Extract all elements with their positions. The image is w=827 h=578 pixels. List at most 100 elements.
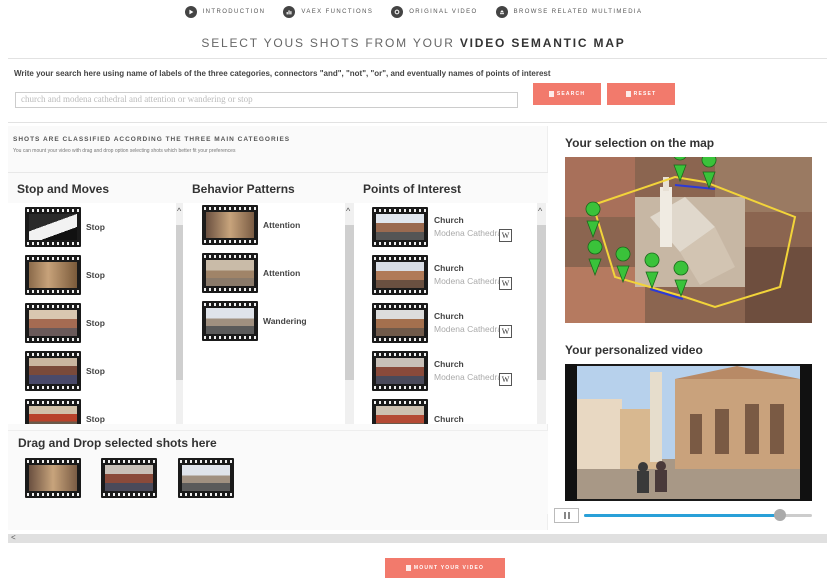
list-item[interactable]: Stop [25,351,105,391]
map-marker-icon [615,246,631,284]
search-input[interactable]: church and modena cathedral and attentio… [15,92,518,108]
dropped-shot[interactable] [25,458,81,498]
column-title: Points of Interest [354,173,548,203]
shot-thumbnail [178,458,234,498]
poi-place: Modena Cathedral [434,228,504,238]
selection-map[interactable] [565,157,812,323]
map-marker-icon [701,157,717,190]
list-item[interactable]: Wandering [202,301,307,341]
shots-panel-subtitle: You can mount your video with drag and d… [13,148,236,154]
column-title: Behavior Patterns [183,173,356,203]
shot-thumbnail [372,303,428,343]
video-progress-slider[interactable] [584,509,812,521]
video-frame [565,364,812,501]
nav-label: ORIGINAL VIDEO [409,9,478,15]
list-item[interactable]: Church Modena Cathedral [372,207,504,247]
list-item[interactable]: Church Modena Cathedral [372,303,504,343]
chevron-up-icon: ^ [177,206,182,216]
wikipedia-icon[interactable]: W [499,229,512,242]
document-icon [405,565,411,571]
list-item[interactable]: Church [372,399,464,424]
chart-icon [283,6,296,18]
slider-handle[interactable] [774,509,787,521]
list-item[interactable]: Church Modena Cathedral [372,351,504,391]
document-icon [625,91,631,97]
video-controls [554,507,814,523]
list-item[interactable]: Attention [202,205,300,245]
list-item[interactable]: Stop [25,207,105,247]
shot-thumbnail [25,399,81,424]
list-item[interactable]: Church Modena Cathedral [372,255,504,295]
scrollbar[interactable]: ^ [537,203,546,424]
drop-zone-title: Drag and Drop selected shots here [18,436,217,450]
reset-button[interactable]: RESET [607,83,675,105]
behavior-list: Attention Attention Wandering [183,203,356,424]
pause-icon [563,512,566,519]
play-icon [184,6,197,18]
shot-thumbnail [202,253,258,293]
shot-thumbnail [202,301,258,341]
video-title: Your personalized video [565,343,703,357]
chevron-left-icon: < [11,533,16,542]
map-marker-icon [644,252,660,290]
map-marker-icon [673,260,689,298]
stop-moves-list: Stop Stop Stop Stop Stop [8,203,185,424]
scrollbar-thumb[interactable] [537,225,546,380]
nav-label: BROWSE RELATED MULTIMEDIA [513,9,643,15]
map-marker-icon [673,157,687,183]
dropped-shot[interactable] [178,458,234,498]
shot-thumbnail [25,207,81,247]
shot-thumbnail [25,458,81,498]
nav-introduction[interactable]: INTRODUCTION [184,6,266,18]
poi-column: Points of Interest Church Modena Cathedra… [354,172,548,424]
behavior-column: Behavior Patterns Attention Attention Wa… [183,172,356,424]
poi-place: Modena Cathedral [434,324,504,334]
search-instructions: Write your search here using name of lab… [14,69,551,78]
list-item[interactable]: Stop [25,399,105,424]
shot-thumbnail [25,351,81,391]
shots-panel-title: SHOTS ARE CLASSIFIED ACCORDING THE THREE… [13,136,291,143]
poi-name: Church [434,359,464,369]
poi-list: Church Modena Cathedral W Church Modena Ca… [354,203,548,424]
list-item[interactable]: Attention [202,253,300,293]
pause-button[interactable] [554,508,579,523]
nav-browse-multimedia[interactable]: BROWSE RELATED MULTIMEDIA [495,6,643,18]
divider [8,122,827,123]
list-item[interactable]: Stop [25,303,105,343]
list-item[interactable]: Stop [25,255,105,295]
poi-place: Modena Cathedral [434,276,504,286]
nav-original-video[interactable]: ORIGINAL VIDEO [391,6,477,18]
dropped-shot[interactable] [101,458,157,498]
poi-name: Church [434,215,464,225]
column-title: Stop and Moves [8,173,185,203]
map-marker-icon [587,239,603,277]
shot-thumbnail [372,207,428,247]
scrollbar-thumb[interactable] [345,225,354,380]
record-icon [391,6,404,18]
stop-moves-column: Stop and Moves Stop Stop Stop Stop Stop … [8,172,185,424]
shot-thumbnail [372,399,428,424]
wikipedia-icon[interactable]: W [499,277,512,290]
nav-vaex-functions[interactable]: VAEX FUNCTIONS [283,6,373,18]
shot-thumbnail [372,351,428,391]
map-markers [585,157,717,298]
poi-name: Church [434,413,464,424]
mount-video-button[interactable]: MOUNT YOUR VIDEO [385,558,505,578]
top-nav: INTRODUCTION VAEX FUNCTIONS ORIGINAL VID… [0,6,827,18]
wikipedia-icon[interactable]: W [499,373,512,386]
shot-thumbnail [202,205,258,245]
map-title: Your selection on the map [565,136,715,150]
chevron-up-icon: ^ [346,206,351,216]
search-button[interactable]: SEARCH [533,83,601,105]
wikipedia-icon[interactable]: W [499,325,512,338]
video-player[interactable] [565,364,812,501]
shot-thumbnail [25,255,81,295]
document-icon [548,91,554,97]
shot-thumbnail [101,458,157,498]
chevron-up-icon: ^ [538,206,543,216]
nav-label: VAEX FUNCTIONS [301,9,374,15]
shot-thumbnail [25,303,81,343]
horizontal-scrollbar[interactable]: < [8,533,827,543]
scrollbar[interactable]: ^ [345,203,354,424]
progress-fill [584,514,781,517]
